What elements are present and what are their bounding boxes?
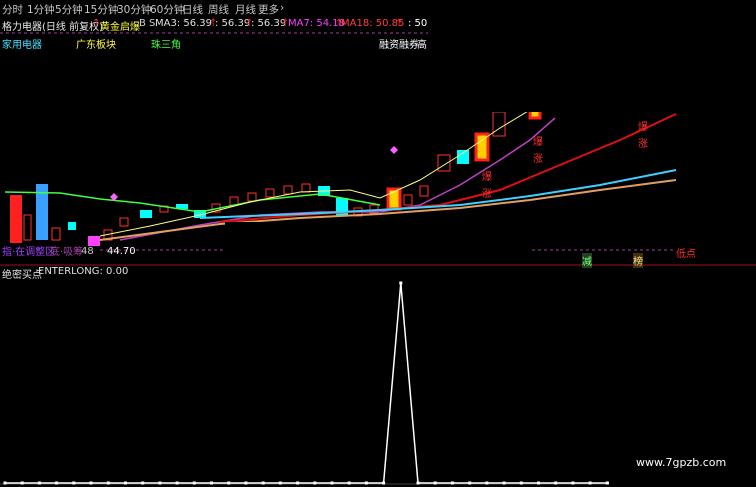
enterlong-point xyxy=(244,481,248,485)
candle xyxy=(283,185,293,195)
jian-label: 减 xyxy=(582,253,592,268)
candle xyxy=(140,210,152,218)
candle xyxy=(301,183,311,193)
enterlong-point xyxy=(55,481,59,485)
enterlong-point xyxy=(554,481,558,485)
candle xyxy=(68,222,76,230)
enterlong-point xyxy=(433,481,437,485)
enterlong-point xyxy=(210,481,213,485)
enterlong-point xyxy=(485,481,489,485)
enterlong-point xyxy=(588,481,592,485)
enterlong-point xyxy=(364,481,368,485)
lower-left-label-2: 底·吸筹 xyxy=(50,247,84,258)
enterlong-point xyxy=(347,481,351,485)
candle xyxy=(265,188,275,198)
candle xyxy=(403,194,413,206)
enterlong-point xyxy=(106,481,110,485)
enterlong-point xyxy=(278,481,282,485)
bang-label: 榜 xyxy=(633,253,643,268)
enterlong-point xyxy=(261,481,265,485)
enterlong-point xyxy=(141,481,145,485)
occluder-top-right xyxy=(428,0,756,112)
enterlong-point xyxy=(313,481,317,485)
enterlong-point xyxy=(296,481,300,485)
candle xyxy=(119,217,129,227)
watermark: www.7gpzb.com xyxy=(636,456,727,469)
zhang-label-3: 涨 xyxy=(482,189,492,200)
diamond-icon xyxy=(390,146,398,154)
enterlong-point xyxy=(416,481,420,485)
sub-panel-title[interactable]: 绝密买点 xyxy=(2,266,42,281)
enterlong-point xyxy=(571,481,575,485)
enterlong-point xyxy=(37,481,41,485)
enterlong-point xyxy=(537,481,540,485)
enterlong-point xyxy=(399,281,403,285)
bao-label-3: 爆 xyxy=(482,172,492,183)
enterlong-point xyxy=(175,481,179,485)
candle xyxy=(10,195,22,243)
candle xyxy=(247,192,257,202)
enterlong-point xyxy=(20,481,24,485)
candle xyxy=(492,111,506,137)
zhang-label-2: 涨 xyxy=(638,139,648,150)
ma-cyan-line xyxy=(199,169,677,219)
enterlong-point xyxy=(450,481,454,485)
enterlong-point xyxy=(519,481,523,485)
enterlong-point xyxy=(227,481,231,485)
enterlong-point xyxy=(3,481,7,485)
candle xyxy=(88,236,100,246)
bao-label-2: 爆 xyxy=(638,122,648,133)
enterlong-point xyxy=(330,481,334,485)
enterlong-point xyxy=(502,481,506,485)
candle xyxy=(437,154,451,172)
ma-green-line xyxy=(4,191,381,213)
low-point-label: 低点 xyxy=(676,249,696,260)
candle xyxy=(229,196,239,206)
enterlong-point xyxy=(72,481,76,485)
enterlong-point xyxy=(382,481,386,485)
candle xyxy=(457,150,469,164)
enterlong-point xyxy=(158,481,162,485)
enterlong-point xyxy=(89,481,93,485)
enterlong-point xyxy=(124,481,127,485)
lower-left-label-1: 指·在调整区 xyxy=(2,247,56,258)
enterlong-point xyxy=(468,481,472,485)
occluder-middle xyxy=(225,222,531,262)
zhang-label-1: 涨 xyxy=(533,154,543,165)
enterlong-point xyxy=(192,481,196,485)
bao-label-1: 爆 xyxy=(533,137,543,148)
bottom-value-label: 48 xyxy=(81,246,94,257)
lower-value-label: 44.70 xyxy=(107,246,136,257)
candle xyxy=(419,185,429,197)
candle xyxy=(51,227,61,241)
candle xyxy=(23,214,32,241)
enterlong-value: ENTERLONG: 0.00 xyxy=(38,266,129,277)
